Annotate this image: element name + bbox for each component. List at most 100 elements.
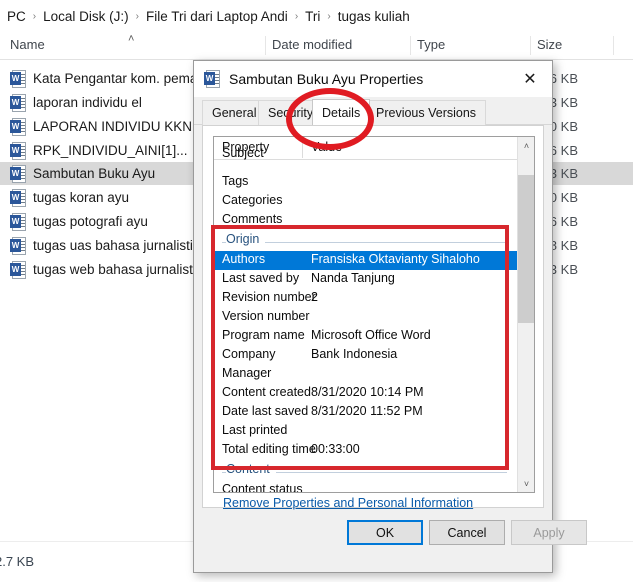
property-name: Manager — [222, 366, 272, 380]
dialog-title-bar[interactable]: W Sambutan Buku Ayu Properties ✕ — [194, 61, 552, 97]
property-name: Content created — [222, 385, 311, 399]
vertical-scrollbar[interactable]: ˄ ˅ — [517, 137, 534, 492]
property-value: 00:33:00 — [311, 442, 360, 456]
table-row[interactable]: Content status — [214, 481, 519, 492]
word-document-icon: W — [10, 117, 27, 136]
breadcrumb-item-0[interactable]: PC — [4, 9, 29, 24]
breadcrumb-item-2[interactable]: File Tri dari Laptop Andi — [143, 9, 291, 24]
table-row[interactable]: Program name Microsoft Office Word — [214, 327, 519, 346]
breadcrumb-item-4[interactable]: tugas kuliah — [335, 9, 413, 24]
column-divider[interactable] — [613, 36, 614, 55]
properties-listbox[interactable]: Property Value Subject Tags Categories C… — [213, 136, 535, 493]
ok-button[interactable]: OK — [347, 520, 423, 545]
table-row[interactable]: Date last saved 8/31/2020 11:52 PM — [214, 403, 519, 422]
table-row[interactable]: Comments — [214, 211, 519, 230]
properties-dialog: W Sambutan Buku Ayu Properties ✕ General… — [193, 60, 587, 573]
tab-details[interactable]: Details — [312, 99, 371, 125]
header-value: Value — [311, 140, 343, 154]
file-name: tugas potografi ayu — [33, 214, 148, 229]
breadcrumb-separator: › — [327, 10, 331, 22]
property-value: Nanda Tanjung — [311, 271, 395, 285]
screen: PC › Local Disk (J:) › File Tri dari Lap… — [0, 0, 633, 582]
breadcrumb-item-1[interactable]: Local Disk (J:) — [40, 9, 132, 24]
column-divider[interactable] — [530, 36, 531, 55]
apply-button: Apply — [511, 520, 587, 545]
dialog-title: Sambutan Buku Ayu Properties — [229, 71, 424, 87]
property-name: Tags — [222, 174, 249, 188]
breadcrumb-separator: › — [294, 10, 299, 22]
properties-rows: Subject Tags Categories Comments Origin … — [214, 146, 519, 492]
property-name: Last saved by — [222, 271, 300, 285]
table-row[interactable]: Tags — [214, 173, 519, 192]
breadcrumb-item-3[interactable]: Tri — [302, 9, 323, 24]
cancel-button[interactable]: Cancel — [429, 520, 505, 545]
word-document-icon: W — [10, 69, 27, 88]
column-header-date-modified[interactable]: Date modified — [272, 37, 352, 52]
column-header-type[interactable]: Type — [417, 37, 445, 52]
word-document-icon: W — [10, 212, 27, 231]
file-name: tugas web bahasa jurnalistik — [33, 262, 203, 277]
file-name: laporan individu el — [33, 95, 142, 110]
word-document-icon: W — [10, 164, 27, 183]
property-value: Fransiska Oktavianty Sihaloho — [311, 252, 480, 266]
tab-strip: General Security Details Previous Versio… — [194, 97, 552, 125]
property-name: Authors — [222, 252, 266, 266]
table-row[interactable]: Categories — [214, 192, 519, 211]
scrollbar-thumb[interactable] — [518, 175, 534, 323]
property-name: Program name — [222, 328, 305, 342]
property-value: Bank Indonesia — [311, 347, 398, 361]
group-header-origin: Origin — [214, 231, 519, 251]
file-name: Sambutan Buku Ayu — [33, 166, 156, 181]
status-size-text: 2.7 KB — [0, 554, 35, 569]
scroll-down-icon[interactable]: ˅ — [518, 475, 534, 492]
table-row[interactable]: Content created 8/31/2020 10:14 PM — [214, 384, 519, 403]
file-name: RPK_INDIVIDU_AINI[1]... — [33, 143, 188, 158]
tab-previous-versions[interactable]: Previous Versions — [366, 100, 487, 125]
word-document-icon: W — [10, 260, 27, 279]
property-name: Date last saved — [222, 404, 309, 418]
table-row[interactable]: Manager — [214, 365, 519, 384]
breadcrumb[interactable]: PC › Local Disk (J:) › File Tri dari Lap… — [0, 0, 633, 32]
property-value: 8/31/2020 11:52 PM — [311, 404, 423, 418]
group-title: Origin — [226, 232, 266, 246]
word-document-icon: W — [10, 141, 27, 160]
property-name: Last printed — [222, 423, 288, 437]
table-row[interactable]: Subject — [214, 146, 519, 173]
property-name: Total editing time — [222, 442, 316, 456]
scroll-up-icon[interactable]: ˄ — [518, 137, 534, 154]
table-row[interactable]: Company Bank Indonesia — [214, 346, 519, 365]
column-header-size[interactable]: Size — [537, 37, 562, 52]
word-document-icon: W — [10, 236, 27, 255]
table-row[interactable]: Last saved by Nanda Tanjung — [214, 270, 519, 289]
property-value: Microsoft Office Word — [311, 328, 431, 342]
table-row-selected[interactable]: Authors Fransiska Oktavianty Sihaloho — [214, 251, 519, 270]
tab-general[interactable]: General — [202, 100, 267, 125]
property-name: Comments — [222, 212, 283, 226]
word-document-icon: W — [10, 188, 27, 207]
breadcrumb-separator: › — [32, 10, 37, 22]
group-title: Content — [226, 462, 276, 476]
property-name: Company — [222, 347, 276, 361]
details-panel: Property Value Subject Tags Categories C… — [202, 125, 544, 510]
breadcrumb-separator: › — [135, 10, 139, 22]
group-header-content: Content — [214, 461, 519, 481]
sort-ascending-icon: ˄ — [128, 33, 135, 45]
table-row[interactable]: Revision number 2 — [214, 289, 519, 308]
property-value: 8/31/2020 10:14 PM — [311, 385, 424, 399]
property-name: Revision number — [222, 290, 316, 304]
property-name: Categories — [222, 193, 283, 207]
file-name: tugas koran ayu — [33, 190, 130, 205]
dialog-button-row: OK Cancel Apply — [194, 516, 587, 566]
column-header-name[interactable]: Name — [10, 37, 45, 52]
remove-properties-link[interactable]: Remove Properties and Personal Informati… — [223, 496, 473, 510]
table-row[interactable]: Version number — [214, 308, 519, 327]
close-icon[interactable]: ✕ — [508, 61, 552, 97]
word-document-icon: W — [204, 70, 221, 88]
property-name: Version number — [222, 309, 310, 323]
column-divider[interactable] — [265, 36, 266, 55]
word-document-icon: W — [10, 93, 27, 112]
table-row[interactable]: Last printed — [214, 422, 519, 441]
column-divider[interactable] — [410, 36, 411, 55]
column-header-bar: Name ˄ Date modified Type Size — [0, 32, 633, 60]
table-row[interactable]: Total editing time 00:33:00 — [214, 441, 519, 460]
